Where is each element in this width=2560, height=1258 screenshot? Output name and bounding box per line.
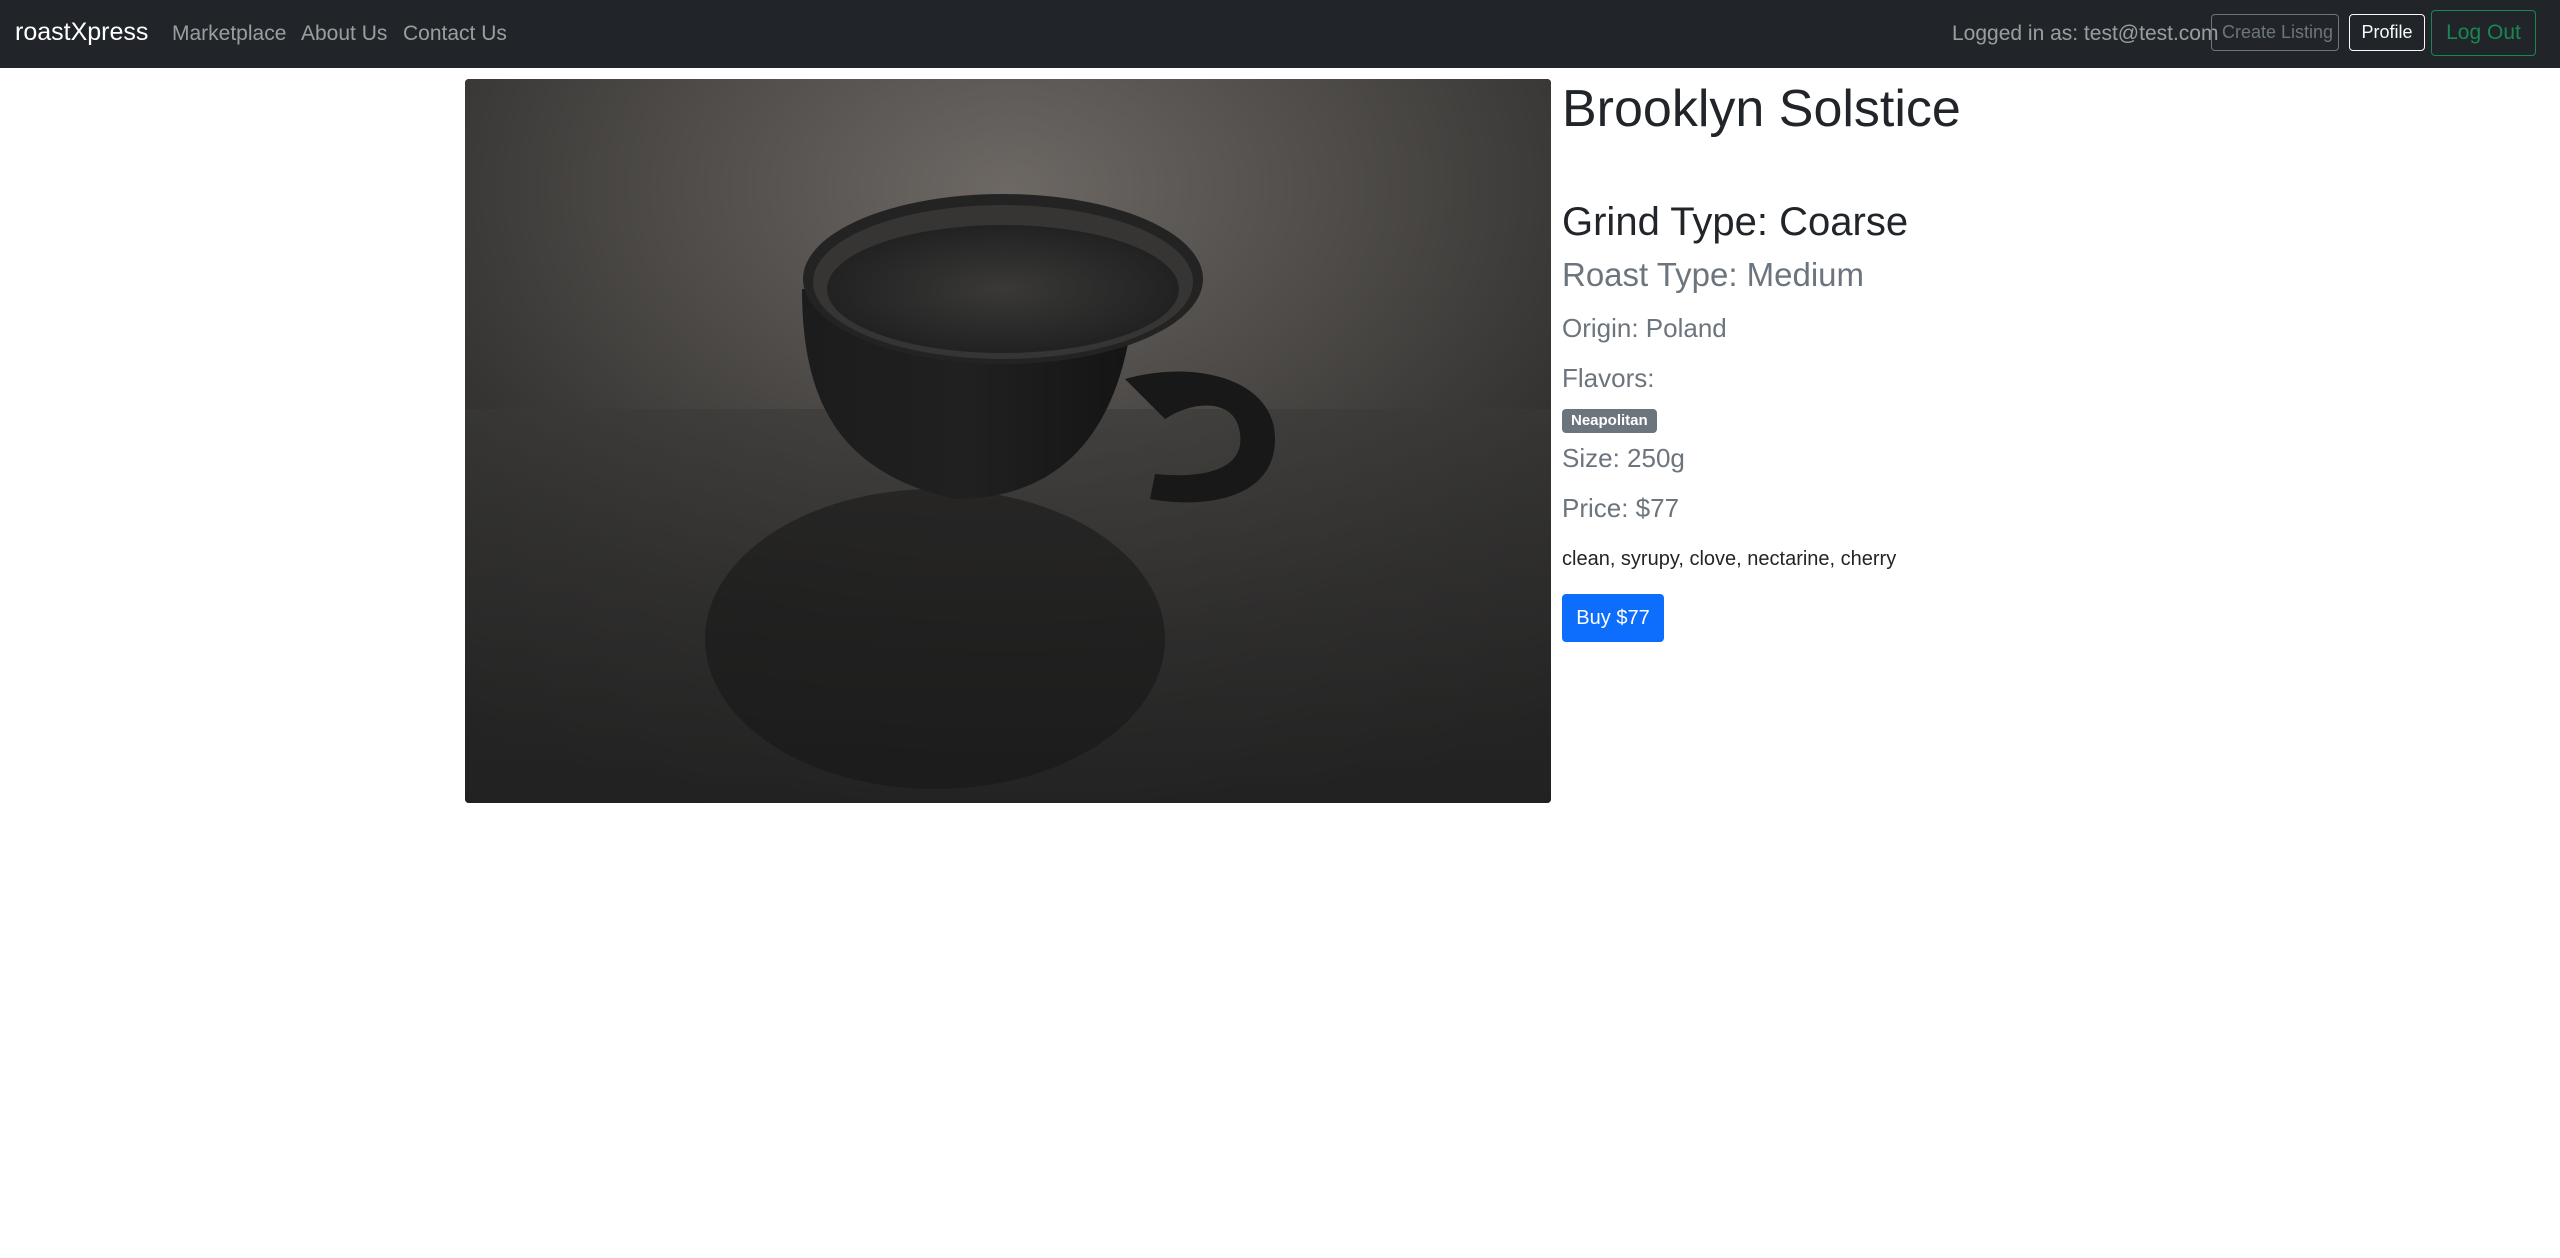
buy-button[interactable]: Buy $77 [1562,594,1664,642]
nav-contact-link[interactable]: Contact Us [403,22,507,46]
origin: Origin: Poland [1562,313,1727,343]
top-navbar: roastXpress Marketplace About Us Contact… [0,0,2560,68]
price: Price: $77 [1562,493,1680,523]
brand-logo-link[interactable]: roastXpress [15,18,148,47]
flavor-badge: Neapolitan [1562,409,1657,433]
product-image [465,79,1551,803]
size: Size: 250g [1562,443,1685,473]
product-title: Brooklyn Solstice [1562,80,1961,138]
nav-marketplace-link[interactable]: Marketplace [172,22,286,46]
logged-in-status: Logged in as: test@test.com [1952,22,2219,45]
logout-button[interactable]: Log Out [2431,10,2536,56]
coffee-cup-photo [465,79,1551,803]
profile-button[interactable]: Profile [2349,14,2425,51]
roast-type: Roast Type: Medium [1562,256,1865,293]
product-description: clean, syrupy, clove, nectarine, cherry [1562,548,1897,570]
nav-about-link[interactable]: About Us [301,22,387,46]
flavors-label: Flavors: [1562,363,1655,393]
grind-type: Grind Type: Coarse [1562,200,1909,244]
create-listing-button[interactable]: Create Listing [2211,14,2339,51]
